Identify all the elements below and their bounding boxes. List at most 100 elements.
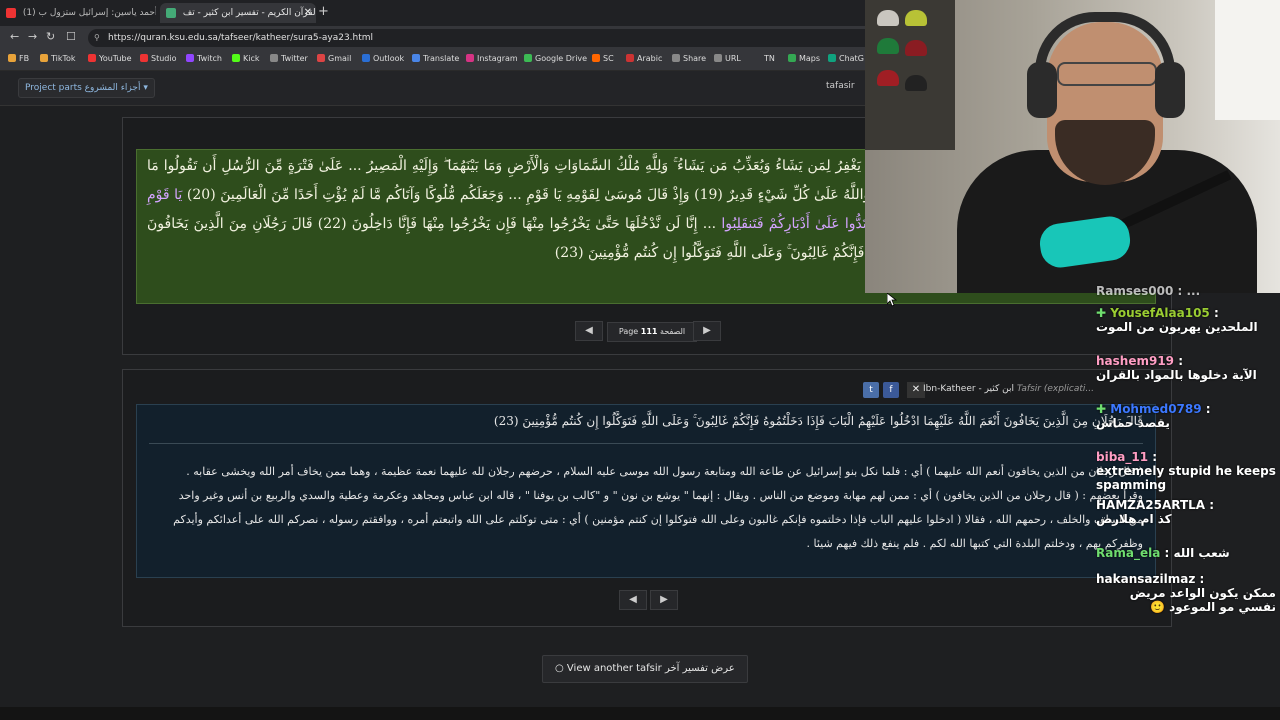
tafsir-paragraph: وقرأ بعضهم : ( قال رجلان من الذين يخافون… xyxy=(178,489,1143,502)
youtube-icon xyxy=(6,7,16,18)
twitter-icon xyxy=(270,54,278,62)
bookmark-twitch[interactable]: Twitch xyxy=(186,54,222,63)
bookmark-translate[interactable]: Translate xyxy=(412,54,459,63)
url-input[interactable]: ⚲ https://quran.ksu.edu.sa/tafseer/kathe… xyxy=(88,29,888,47)
drive-icon xyxy=(524,54,532,62)
forward-icon[interactable]: → xyxy=(28,30,37,43)
cap-image xyxy=(905,40,927,56)
taskbar-strip xyxy=(0,707,1280,720)
facebook-share-icon[interactable]: f xyxy=(883,382,899,398)
bookmark-outlook[interactable]: Outlook xyxy=(362,54,404,63)
chat-username: Ramses000 xyxy=(1096,284,1174,298)
gmail-icon xyxy=(317,54,325,62)
chat-username: hakansazilmaz xyxy=(1096,572,1196,586)
tab-title: (1) الشيخ أحمد ياسين: إسرائيل ستزول ب... xyxy=(22,8,156,18)
chat-text: ممكن يكون الواعد مريض نفسي مو الموعود 🙂 xyxy=(1129,586,1276,614)
chat-message: ✚ YousefAlaa105 : الملحدين يهربون من الم… xyxy=(1096,306,1280,334)
headset-earcup xyxy=(1155,62,1185,118)
reload-icon[interactable]: ↻ xyxy=(46,30,55,43)
bookmark-kick[interactable]: Kick xyxy=(232,54,260,63)
site-icon xyxy=(166,7,176,18)
youtube-icon xyxy=(88,54,96,62)
folder-icon xyxy=(8,54,16,62)
chat-username: Mohmed0789 xyxy=(1110,402,1202,416)
prev-tafsir-button[interactable]: ◀ xyxy=(619,590,647,610)
chat-text: يقصد حماس xyxy=(1096,416,1170,430)
tafsir-verse: قَالَ رَجُلَانِ مِنَ الَّذِينَ يَخَافُون… xyxy=(149,409,1143,444)
back-icon[interactable]: ← xyxy=(10,30,19,43)
bookmark-tiktok[interactable]: TikTok xyxy=(40,54,76,63)
bookmark-studio[interactable]: Studio xyxy=(140,54,176,63)
tab-title: القرآن الكريم - تفسير ابن كثير - تف... xyxy=(182,8,316,18)
bookmark-twitter[interactable]: Twitter xyxy=(270,54,308,63)
new-tab-button[interactable]: + xyxy=(318,4,329,19)
chat-username: hashem919 xyxy=(1096,354,1175,368)
bookmark-share[interactable]: Share xyxy=(672,54,706,63)
chat-text: كذ ام هلارض xyxy=(1096,512,1172,526)
bookmark-youtube[interactable]: YouTube xyxy=(88,54,132,63)
tafsir-paragraph: وظفركم بهم ، ودخلتم البلدة التي كتبها ال… xyxy=(806,537,1143,550)
project-parts-dropdown[interactable]: Project parts أجزاء المشروع ▾ xyxy=(18,78,155,98)
instagram-icon xyxy=(466,54,474,62)
bookmark-sc[interactable]: SC xyxy=(592,54,614,63)
chat-text: الملحدين يهربون من الموت xyxy=(1096,320,1258,334)
chat-message: HAMZA25ARTLA : كذ ام هلارض xyxy=(1096,498,1280,526)
bookmark-arabic[interactable]: Arabic xyxy=(626,54,662,63)
chat-message: hakansazilmaz : ممكن يكون الواعد مريض نف… xyxy=(1096,572,1276,614)
chat-text: ... xyxy=(1186,284,1201,298)
cap-image xyxy=(877,70,899,86)
stream-chat: Ramses000 : ... ✚ YousefAlaa105 : الملحد… xyxy=(1096,284,1280,624)
kick-icon xyxy=(232,54,240,62)
chat-username: biba_11 xyxy=(1096,450,1149,464)
circle-icon: ○ xyxy=(555,663,564,674)
chat-message: ✚ Mohmed0789 : يقصد حماس xyxy=(1096,402,1280,430)
webcam-overlay xyxy=(865,0,1280,293)
badge-icon: ✚ xyxy=(1096,306,1107,320)
link-icon xyxy=(714,54,722,62)
close-tab-icon[interactable]: ✕ xyxy=(304,3,312,23)
chat-message: hashem919 : الآية دخلوها بالمواد بالقران xyxy=(1096,354,1280,382)
bookmark-gmail[interactable]: Gmail xyxy=(317,54,351,63)
bookmark-google-drive[interactable]: Google Drive xyxy=(524,54,587,63)
cap-image xyxy=(877,38,899,54)
chat-username: HAMZA25ARTLA xyxy=(1096,498,1206,512)
bookmark-tn[interactable]: TN xyxy=(764,54,775,63)
chat-message: biba_11 : extremely stupid he keeps spam… xyxy=(1096,450,1276,492)
cap-image xyxy=(877,10,899,26)
bookmark-chatgpt[interactable]: ChatG xyxy=(828,54,864,63)
next-tafsir-button[interactable]: ▶ xyxy=(650,590,678,610)
chat-text: شعب الله xyxy=(1173,546,1230,560)
tafsir-paragraph: ( قال رجلان من الذين يخافون أنعم الله عل… xyxy=(186,465,1143,478)
lamp-image xyxy=(1215,0,1280,120)
tafsir-nav-label[interactable]: tafasir xyxy=(826,81,855,91)
chat-message: Rama_ela : شعب الله xyxy=(1096,546,1230,560)
browser-tab-youtube[interactable]: (1) الشيخ أحمد ياسين: إسرائيل ستزول ب... xyxy=(6,3,156,23)
chat-text: الآية دخلوها بالمواد بالقران xyxy=(1096,368,1257,382)
outlook-icon xyxy=(362,54,370,62)
maps-icon xyxy=(788,54,796,62)
studio-icon xyxy=(140,54,148,62)
folder-icon xyxy=(40,54,48,62)
chatgpt-icon xyxy=(828,54,836,62)
page-number-select[interactable]: Page 111 الصفحة xyxy=(607,322,697,342)
share-icon xyxy=(672,54,680,62)
translate-icon xyxy=(412,54,420,62)
bookmark-maps[interactable]: Maps xyxy=(788,54,820,63)
view-another-tafsir-button[interactable]: ○ View another tafsir عرض تفسير آخر xyxy=(542,655,748,683)
bookmark-fb[interactable]: FB xyxy=(8,54,29,63)
cap-image xyxy=(905,75,927,91)
soundcloud-icon xyxy=(592,54,600,62)
bookmark-instagram[interactable]: Instagram xyxy=(466,54,518,63)
twitter-share-icon[interactable]: t xyxy=(863,382,879,398)
prev-page-button[interactable]: ◀ xyxy=(575,321,603,341)
tafsir-title: Ibn-Katheer - ابن كثير Tafsir (explicati… xyxy=(923,384,1094,394)
cap-image xyxy=(905,10,927,26)
browser-tab-quran[interactable]: القرآن الكريم - تفسير ابن كثير - تف... ✕ xyxy=(160,3,316,23)
chat-message: Ramses000 : ... xyxy=(1096,284,1201,298)
next-page-button[interactable]: ▶ xyxy=(693,321,721,341)
bookmark-icon[interactable]: ☐ xyxy=(66,30,76,43)
chat-username: YousefAlaa105 xyxy=(1110,306,1210,320)
tafsir-text-box: قَالَ رَجُلَانِ مِنَ الَّذِينَ يَخَافُون… xyxy=(136,404,1156,578)
headset-earcup xyxy=(1027,62,1057,118)
bookmark-url[interactable]: URL xyxy=(714,54,741,63)
